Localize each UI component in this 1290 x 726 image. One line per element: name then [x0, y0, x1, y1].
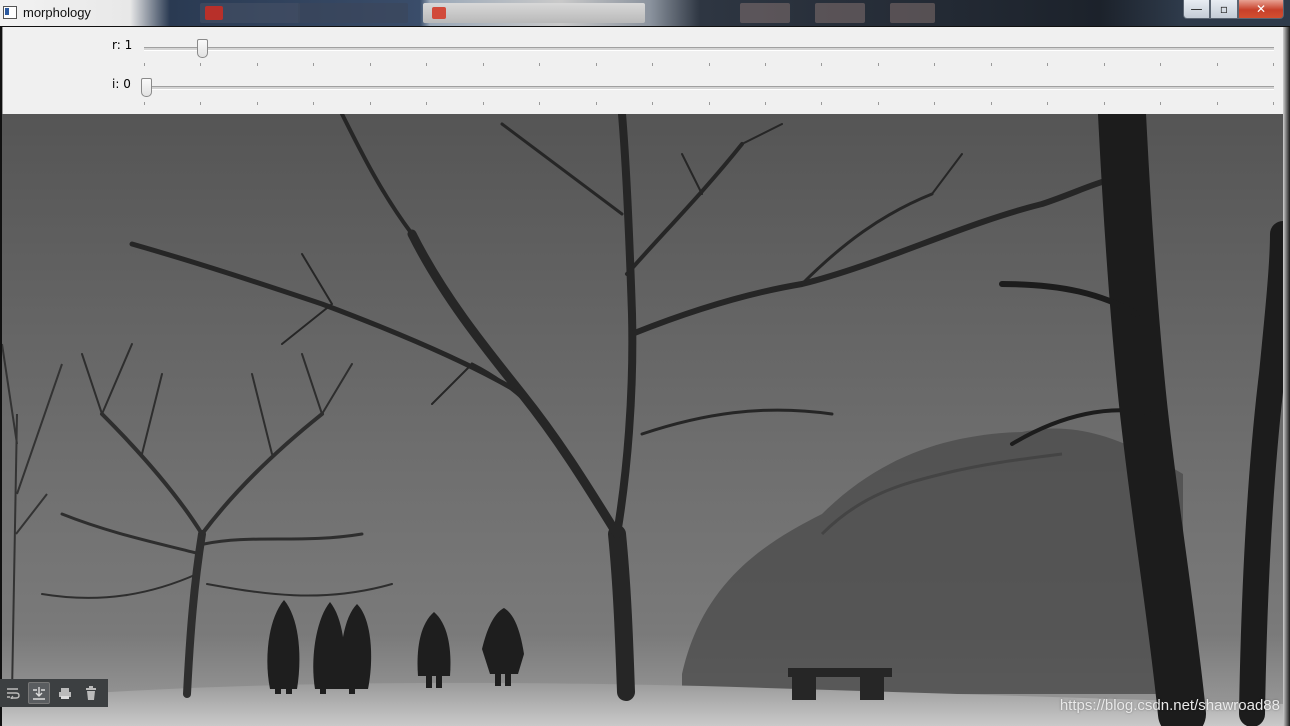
trackbar-tick [1273, 102, 1274, 105]
trackbar-r-thumb[interactable] [197, 39, 208, 58]
trackbar-tick [934, 63, 935, 66]
trackbar-tick [709, 102, 710, 105]
close-icon: ✕ [1255, 2, 1267, 16]
background-tab-icon [432, 7, 446, 19]
trackbar-tick [1104, 102, 1105, 105]
trackbar-tick [1217, 102, 1218, 105]
trash-icon [86, 686, 96, 700]
soft-wrap-icon [7, 688, 20, 699]
image-view [2, 114, 1283, 726]
trackbar-i-track[interactable] [144, 86, 1274, 90]
trackbar-tick [1217, 63, 1218, 66]
trackbar-panel: r: 1 i: 0 [2, 27, 1284, 114]
background-browser-tab [423, 3, 645, 23]
trackbar-tick [934, 102, 935, 105]
trackbar-tick [991, 63, 992, 66]
trackbar-tick [483, 102, 484, 105]
clear-all-button[interactable] [80, 682, 102, 704]
trackbar-i-label: i: 0 [112, 77, 131, 91]
trackbar-tick [483, 63, 484, 66]
trackbar-tick [313, 63, 314, 66]
close-button[interactable]: ✕ [1238, 0, 1284, 19]
background-thumbnail [890, 3, 935, 23]
trackbar-i: i: 0 [3, 73, 1284, 113]
scroll-to-end-icon [33, 687, 45, 700]
trackbar-tick [426, 63, 427, 66]
window-title: morphology [23, 5, 91, 20]
minimize-icon: — [1190, 2, 1203, 16]
trackbar-tick [765, 63, 766, 66]
background-thumbnail [740, 3, 790, 23]
trackbar-tick [426, 102, 427, 105]
background-taskbar-item [298, 3, 408, 23]
trackbar-tick [539, 63, 540, 66]
trackbar-tick [200, 63, 201, 66]
trackbar-tick [1047, 102, 1048, 105]
trackbar-tick [370, 63, 371, 66]
print-button[interactable] [54, 682, 76, 704]
opencv-window: morphology — ▫ ✕ r: 1 i: 0 https://blog.… [0, 0, 1290, 726]
trackbar-tick [652, 63, 653, 66]
console-toolbar [0, 679, 108, 707]
trackbar-r-label: r: 1 [112, 38, 133, 52]
window-border [1283, 27, 1290, 726]
trackbar-tick [1047, 63, 1048, 66]
trackbar-tick [596, 63, 597, 66]
minimize-button[interactable]: — [1183, 0, 1210, 19]
winter-park-photo [2, 114, 1283, 726]
trackbar-tick [821, 102, 822, 105]
trackbar-tick [821, 63, 822, 66]
trackbar-tick [370, 102, 371, 105]
trackbar-tick [200, 102, 201, 105]
trackbar-r: r: 1 [3, 34, 1284, 74]
trackbar-tick [257, 102, 258, 105]
print-icon [59, 687, 71, 699]
trackbar-tick [313, 102, 314, 105]
trackbar-tick [652, 102, 653, 105]
trackbar-tick [1160, 102, 1161, 105]
trackbar-tick [991, 102, 992, 105]
background-app-icon [205, 6, 223, 20]
trackbar-tick [1104, 63, 1105, 66]
trackbar-i-thumb[interactable] [141, 78, 152, 97]
trackbar-tick [144, 102, 145, 105]
background-thumbnail [815, 3, 865, 23]
trackbar-tick [596, 102, 597, 105]
trackbar-tick [878, 63, 879, 66]
title-bar[interactable]: morphology — ▫ ✕ [0, 0, 1290, 26]
trackbar-tick [144, 63, 145, 66]
trackbar-tick [257, 63, 258, 66]
soft-wrap-button[interactable] [2, 682, 24, 704]
trackbar-r-track[interactable] [144, 47, 1274, 51]
trackbar-tick [539, 102, 540, 105]
trackbar-tick [1160, 63, 1161, 66]
trackbar-tick [878, 102, 879, 105]
maximize-button[interactable]: ▫ [1210, 0, 1238, 19]
scroll-to-end-button[interactable] [28, 682, 50, 704]
trackbar-i-ticks [144, 102, 1274, 105]
trackbar-r-ticks [144, 63, 1274, 66]
trackbar-tick [1273, 63, 1274, 66]
watermark-url: https://blog.csdn.net/shawroad88 [1059, 697, 1280, 714]
window-controls: — ▫ ✕ [1183, 0, 1284, 19]
trackbar-tick [709, 63, 710, 66]
window-app-icon[interactable] [3, 6, 17, 19]
trackbar-tick [765, 102, 766, 105]
maximize-icon: ▫ [1219, 2, 1229, 16]
